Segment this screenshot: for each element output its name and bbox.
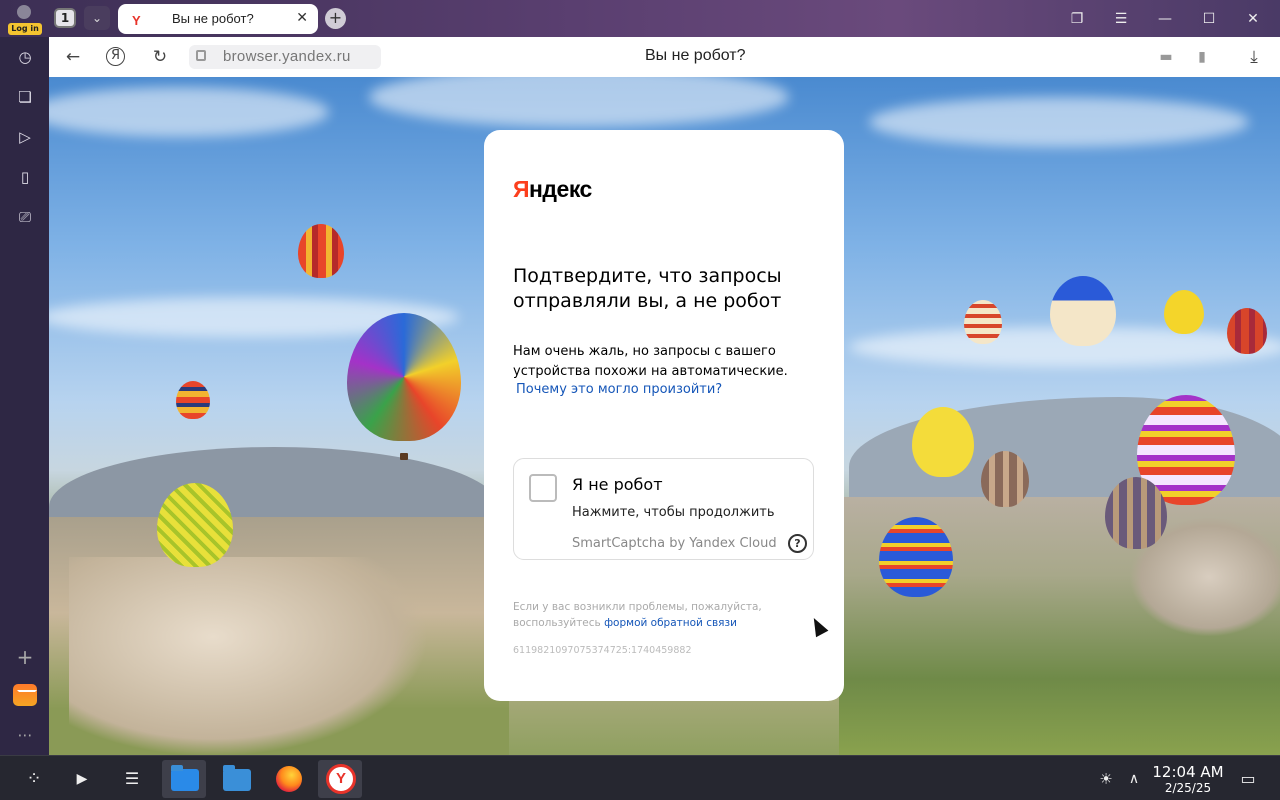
url-text: browser.yandex.ru — [223, 48, 351, 65]
balloon — [964, 300, 1002, 344]
balloon — [1050, 276, 1116, 346]
tab-strip: Log in 1 ⌄ Y Вы не робот? ✕ + ❐ ☰ — ☐ ✕ — [0, 0, 1280, 37]
card-description: Нам очень жаль, но запросы с вашего устр… — [513, 344, 788, 379]
mail-icon[interactable] — [13, 684, 37, 706]
clock[interactable]: 12:04 AM 2/25/25 — [1148, 763, 1228, 796]
profile-button[interactable]: Log in — [8, 3, 42, 35]
balloon — [1227, 308, 1267, 354]
not-robot-checkbox[interactable] — [529, 474, 557, 502]
balloon — [1164, 290, 1204, 334]
notes-icon[interactable]: ▯ — [14, 166, 36, 188]
yandex-logo: Яндекс — [513, 176, 592, 203]
sidebar: ◷ ❏ ▷ ▯ ⎚ + ⋯ — [0, 37, 49, 755]
captcha-sublabel: Нажмите, чтобы продолжить — [572, 505, 775, 520]
avatar — [17, 5, 31, 19]
chevron-down-icon[interactable]: ⌄ — [84, 6, 110, 30]
cloud — [49, 87, 329, 137]
download-icon[interactable]: ⤓ — [1243, 46, 1265, 68]
yandex-favicon-icon: Y — [132, 13, 141, 28]
history-icon[interactable]: ◷ — [14, 46, 36, 68]
bookmark-icon[interactable]: ▮ — [1191, 46, 1213, 68]
yandex-browser-logo-icon: Y — [326, 764, 356, 794]
logo-letter: Я — [513, 176, 530, 202]
page-title: Вы не робот? — [645, 47, 746, 64]
url-field[interactable]: browser.yandex.ru — [189, 45, 381, 69]
close-window-button[interactable]: ✕ — [1242, 8, 1264, 30]
request-id: 6119821097075374725:1740459882 — [513, 645, 692, 656]
balloon — [912, 407, 974, 477]
reload-button[interactable]: ↻ — [149, 46, 171, 68]
terminal-icon[interactable]: ▶ — [60, 760, 104, 798]
feedback-text: Если у вас возникли проблемы, пожалуйста… — [513, 599, 813, 631]
tab-count-button[interactable]: 1 — [54, 8, 76, 28]
minimize-button[interactable]: — — [1154, 8, 1176, 30]
firefox-logo-icon — [276, 766, 302, 792]
maximize-button[interactable]: ☐ — [1198, 8, 1220, 30]
collections-icon[interactable]: ❏ — [14, 86, 36, 108]
taskbar: ⁘ ▶ ☰ Y ☀ ∧ 12:04 AM 2/25/25 ▭ — [0, 755, 1280, 800]
balloon — [879, 517, 953, 597]
close-tab-icon[interactable]: ✕ — [296, 10, 308, 26]
balloon — [157, 483, 233, 567]
address-bar: ← Я ↻ browser.yandex.ru Вы не робот? ▬ ▮… — [49, 37, 1280, 77]
feedback-link[interactable]: формой обратной связи — [604, 617, 737, 629]
logo-rest: ндекс — [529, 176, 592, 202]
tab-title: Вы не робот? — [172, 11, 254, 26]
rocks — [69, 557, 429, 755]
balloon — [981, 451, 1029, 507]
lock-icon — [196, 50, 206, 61]
captcha-widget[interactable]: Я не робот Нажмите, чтобы продолжить Sma… — [513, 458, 814, 560]
tabs-overview-icon[interactable]: ❐ — [1066, 8, 1088, 30]
clock-date: 2/25/25 — [1164, 781, 1212, 795]
balloon — [1105, 477, 1167, 549]
folder-icon — [223, 765, 251, 791]
new-tab-button[interactable]: + — [325, 8, 346, 29]
clock-time: 12:04 AM — [1152, 763, 1224, 781]
add-icon[interactable]: + — [14, 646, 36, 668]
bag-icon — [171, 765, 199, 791]
play-icon[interactable]: ▷ — [14, 126, 36, 148]
screenshot-icon[interactable]: ⎚ — [14, 206, 36, 228]
menu-icon[interactable]: ☰ — [1110, 8, 1132, 30]
cloud — [869, 97, 1249, 147]
captcha-card: Яндекс Подтвердите, что запросы отправля… — [484, 130, 844, 701]
settings-sliders-icon[interactable]: ☰ — [110, 760, 154, 798]
yandex-home-icon[interactable]: Я — [106, 47, 125, 66]
yandex-browser-taskbar-icon[interactable]: Y — [318, 760, 362, 798]
login-label: Log in — [8, 23, 42, 35]
balloon — [298, 224, 344, 278]
basket — [400, 453, 408, 460]
file-manager-icon[interactable] — [214, 760, 258, 798]
captcha-brand: SmartCaptcha by Yandex Cloud — [572, 536, 777, 551]
comment-icon[interactable]: ▬ — [1155, 46, 1177, 68]
app-launcher-icon[interactable]: ⁘ — [12, 760, 56, 798]
firefox-icon[interactable] — [266, 760, 310, 798]
more-icon[interactable]: ⋯ — [14, 724, 36, 746]
show-desktop-icon[interactable]: ▭ — [1226, 760, 1270, 798]
back-button[interactable]: ← — [62, 46, 84, 68]
not-robot-label[interactable]: Я не робот — [572, 475, 663, 494]
balloon — [347, 313, 461, 441]
tab-active[interactable]: Y Вы не робот? ✕ — [118, 4, 318, 34]
card-heading: Подтвердите, что запросы отправляли вы, … — [513, 265, 782, 312]
software-store-icon[interactable] — [162, 760, 206, 798]
why-link[interactable]: Почему это могло произойти? — [516, 382, 722, 397]
balloon — [176, 381, 210, 419]
cloud — [369, 77, 789, 127]
help-icon[interactable]: ? — [788, 534, 807, 553]
